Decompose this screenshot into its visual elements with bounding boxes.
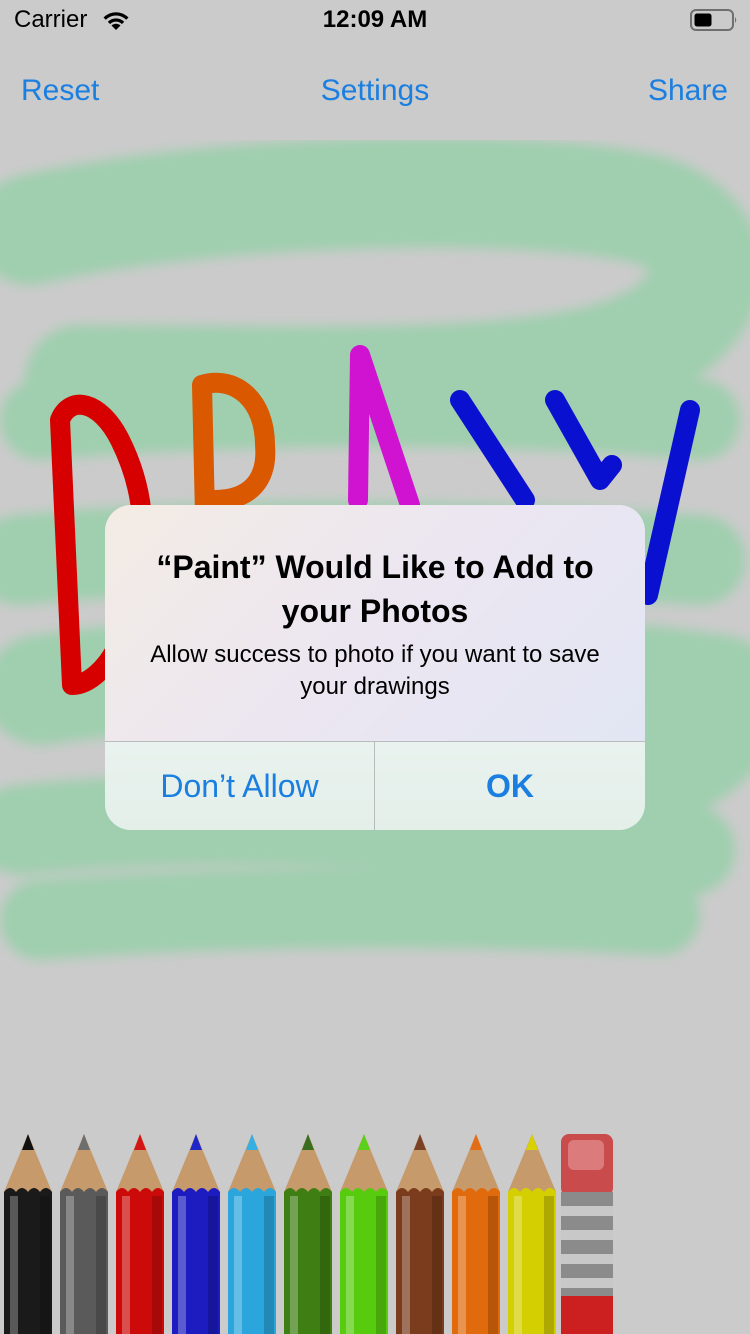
ok-button[interactable]: OK: [375, 742, 645, 830]
pencil-orange[interactable]: [448, 1130, 504, 1334]
pencil-green[interactable]: [336, 1130, 392, 1334]
pencil-red[interactable]: [112, 1130, 168, 1334]
alert-title: “Paint” Would Like to Add to your Photos: [156, 549, 594, 629]
pencil-light-blue[interactable]: [224, 1130, 280, 1334]
eraser-icon[interactable]: [560, 1134, 614, 1334]
pencil-black[interactable]: [0, 1130, 56, 1334]
alert-body: “Paint” Would Like to Add to your Photos…: [105, 505, 645, 741]
pencil-tray: [0, 1130, 750, 1334]
pencil-brown[interactable]: [392, 1130, 448, 1334]
alert-actions: Don’t Allow OK: [105, 741, 645, 830]
pencil-dark-green[interactable]: [280, 1130, 336, 1334]
pencil-yellow[interactable]: [504, 1130, 560, 1334]
photos-permission-alert: “Paint” Would Like to Add to your Photos…: [105, 505, 645, 830]
alert-message: Allow success to photo if you want to sa…: [150, 641, 600, 700]
dont-allow-button[interactable]: Don’t Allow: [105, 742, 375, 830]
pencil-gray[interactable]: [56, 1130, 112, 1334]
pencil-blue[interactable]: [168, 1130, 224, 1334]
